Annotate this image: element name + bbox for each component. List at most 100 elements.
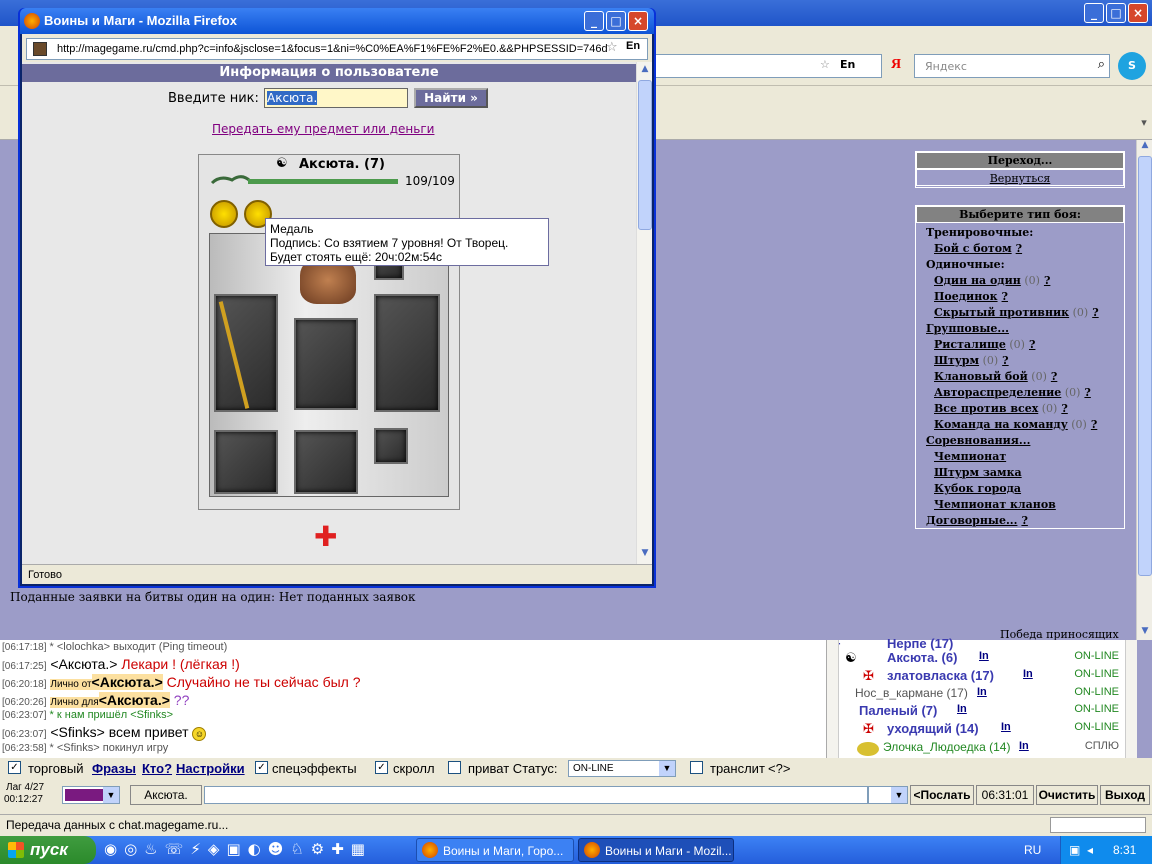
help-link[interactable]: ? <box>1021 514 1027 527</box>
help-link[interactable]: ? <box>1092 306 1098 319</box>
user-name[interactable]: уходящий (14) <box>887 721 979 736</box>
chat-nick[interactable]: <Аксюта.> <box>91 674 163 690</box>
user-name[interactable]: Нерпе (17) <box>887 636 953 651</box>
trade-checkbox[interactable]: ✓ <box>8 761 21 774</box>
scroll-down-icon[interactable]: ▼ <box>638 548 652 562</box>
scroll-thumb[interactable] <box>1138 156 1152 576</box>
storm-link[interactable]: Штурм <box>934 354 979 367</box>
scroll-up-icon[interactable]: ▲ <box>1139 140 1151 154</box>
user-row[interactable]: ✠ златовласка (17) In ON-LINE <box>827 668 1123 686</box>
user-info-link[interactable]: In <box>1023 668 1033 680</box>
close-button[interactable]: × <box>1128 3 1148 23</box>
scroll-up-icon[interactable]: ▲ <box>638 64 652 78</box>
main-scrollbar[interactable]: ▲ ▼ <box>1136 140 1152 640</box>
championship-link[interactable]: Чемпионат <box>934 450 1006 463</box>
search-icon[interactable]: ⌕ <box>1098 57 1105 72</box>
user-info-link[interactable]: In <box>957 703 967 715</box>
arena-link[interactable]: Ристалище <box>934 338 1006 351</box>
help-link[interactable]: ? <box>1061 402 1067 415</box>
chevron-down-icon[interactable]: ▼ <box>891 787 907 803</box>
hidden-opponent-link[interactable]: Скрытый противник <box>934 306 1069 319</box>
exit-button[interactable]: Выход <box>1100 785 1150 805</box>
send-button[interactable]: <Послать <box>910 785 974 805</box>
back-link[interactable]: Вернуться <box>990 172 1051 185</box>
popup-url-input[interactable]: http://magegame.ru/cmd.php?c=info&jsclos… <box>26 38 648 60</box>
translit-checkbox[interactable] <box>690 761 703 774</box>
chevron-down-icon[interactable]: ▼ <box>103 787 119 803</box>
settings-link[interactable]: Настройки <box>176 761 245 776</box>
user-row[interactable]: Паленый (7) In ON-LINE <box>827 703 1123 721</box>
medal-icon[interactable] <box>210 200 238 228</box>
main-url-bar[interactable]: ☆ En <box>650 54 882 78</box>
duel-link[interactable]: Поединок <box>934 290 998 303</box>
bookmark-star-icon[interactable]: ☆ <box>606 40 618 55</box>
help-link[interactable]: ? <box>1002 290 1008 303</box>
popup-minimize-button[interactable]: _ <box>584 11 604 31</box>
message-input[interactable] <box>204 786 868 804</box>
shield-slot[interactable] <box>374 294 440 412</box>
chat-nick[interactable]: <Аксюта.> <box>98 692 170 708</box>
skype-icon[interactable]: S <box>1118 52 1146 80</box>
tabs-menu-icon[interactable]: ▾ <box>1136 116 1152 134</box>
user-info-link[interactable]: In <box>977 686 987 698</box>
search-input[interactable]: Я Яндекс ⌕ <box>891 54 1110 78</box>
user-name[interactable]: златовласка (17) <box>887 668 994 683</box>
user-list[interactable]: + Нерпе (17) ☯ Аксюта. (6) In ON-LINE ✠ … <box>826 636 1137 758</box>
help-link[interactable]: ? <box>1091 418 1097 431</box>
user-row[interactable]: ☯ Аксюта. (6) In ON-LINE <box>827 650 1123 668</box>
user-name[interactable]: Аксюта. (6) <box>887 650 957 665</box>
help-link[interactable]: ? <box>1029 338 1035 351</box>
chat-nick[interactable]: <Sfinks> <box>50 724 104 740</box>
city-cup-link[interactable]: Кубок города <box>934 482 1021 495</box>
effects-checkbox[interactable]: ✓ <box>255 761 268 774</box>
help-link[interactable]: ? <box>1051 370 1057 383</box>
clan-championship-link[interactable]: Чемпионат кланов <box>934 498 1056 511</box>
volume-icon[interactable]: ◂ <box>1087 836 1093 864</box>
auto-distribution-link[interactable]: Автораспределение <box>934 386 1061 399</box>
help-link[interactable]: ? <box>1002 354 1008 367</box>
who-link[interactable]: Кто? <box>142 761 172 776</box>
chat-nick[interactable]: <Аксюта.> <box>50 656 117 672</box>
popup-close-button[interactable]: × <box>628 11 648 31</box>
user-info-link[interactable]: In <box>1001 721 1011 733</box>
competitions-link[interactable]: Соревнования... <box>926 434 1030 447</box>
user-info-link[interactable]: In <box>979 650 989 662</box>
user-info-link[interactable]: In <box>1019 740 1029 752</box>
ring-slot[interactable] <box>374 428 408 464</box>
help-link[interactable]: ? <box>1016 242 1022 255</box>
lang-indicator[interactable]: RU <box>1024 843 1041 857</box>
popup-scrollbar[interactable]: ▲ ▼ <box>636 62 652 564</box>
belt-slot[interactable] <box>294 430 358 494</box>
castle-storm-link[interactable]: Штурм замка <box>934 466 1022 479</box>
contract-link[interactable]: Договорные... <box>926 514 1017 527</box>
private-checkbox[interactable] <box>448 761 461 774</box>
help-link[interactable]: ? <box>1084 386 1090 399</box>
message-history-select[interactable]: ▼ <box>868 786 908 804</box>
user-name[interactable]: Элочка_Людоедка (14) <box>883 740 1010 754</box>
user-name[interactable]: Нос_в_кармане (17) <box>855 686 968 700</box>
team-vs-team-link[interactable]: Команда на команду <box>934 418 1068 431</box>
color-select[interactable]: ▼ <box>62 786 120 804</box>
group-link[interactable]: Групповые... <box>926 322 1009 335</box>
taskbar-task-1[interactable]: Воины и Маги, Горо... <box>416 838 574 862</box>
health-cross-icon[interactable]: ✚ <box>314 523 337 551</box>
scroll-checkbox[interactable]: ✓ <box>375 761 388 774</box>
taskbar-task-2[interactable]: Воины и Маги - Mozil... <box>578 838 734 862</box>
boots-slot[interactable] <box>214 430 278 494</box>
user-row[interactable]: Нос_в_кармане (17) In ON-LINE <box>827 686 1123 704</box>
nick-button[interactable]: Аксюта. <box>130 785 202 805</box>
nick-input[interactable]: Аксюта. <box>264 88 408 108</box>
user-list-vscroll[interactable] <box>1125 640 1137 758</box>
clear-button[interactable]: Очистить <box>1036 785 1098 805</box>
status-select[interactable]: ON-LINE ▼ <box>568 760 676 777</box>
bot-fight-link[interactable]: Бой с ботом <box>934 242 1012 255</box>
maximize-button[interactable]: □ <box>1106 3 1126 23</box>
user-row[interactable]: ✠ уходящий (14) In ON-LINE <box>827 721 1123 739</box>
network-icon[interactable]: ▣ <box>1069 836 1080 864</box>
armor-slot[interactable] <box>294 318 358 410</box>
all-vs-all-link[interactable]: Все против всех <box>934 402 1038 415</box>
user-name[interactable]: Паленый (7) <box>859 703 937 718</box>
one-on-one-link[interactable]: Один на один <box>934 274 1021 287</box>
popup-maximize-button[interactable]: □ <box>606 11 626 31</box>
user-row[interactable]: Элочка_Людоедка (14) In СПЛЮ <box>827 740 1123 758</box>
